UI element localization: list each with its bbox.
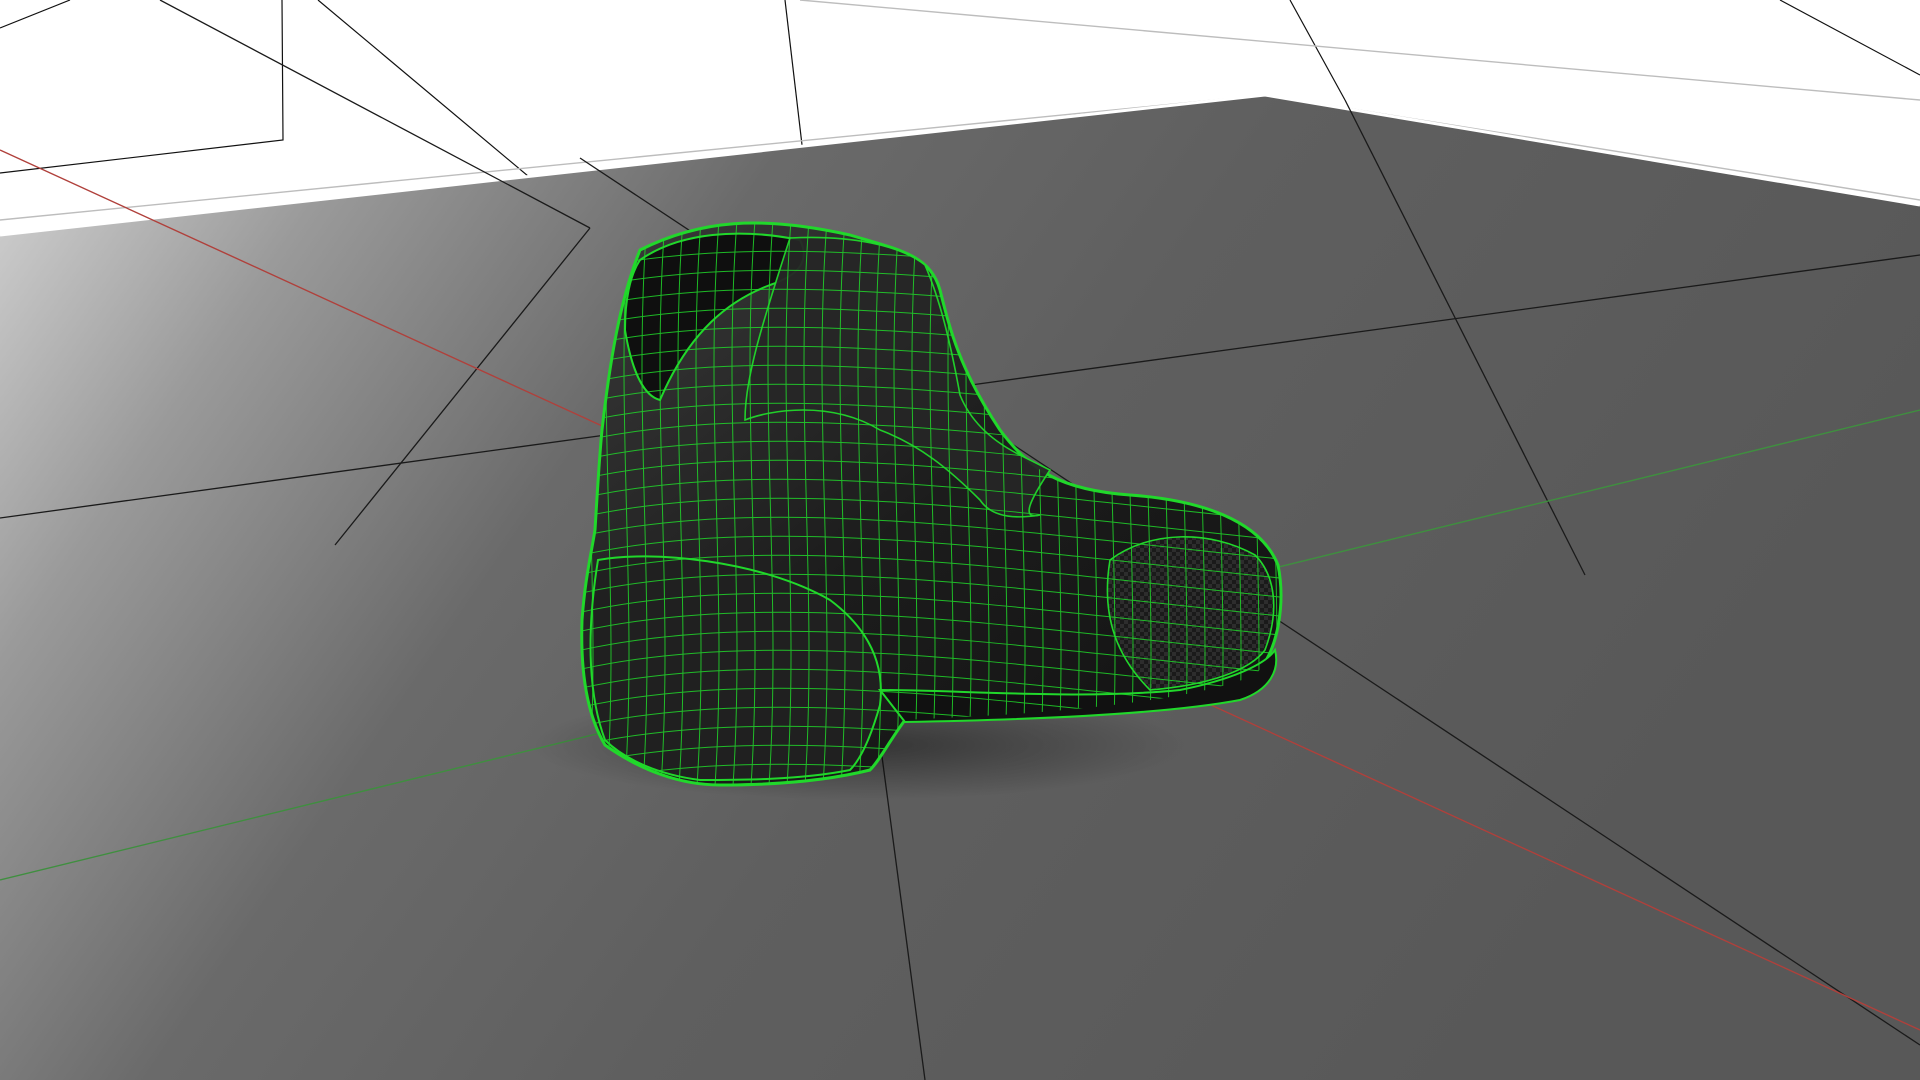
viewport-canvas[interactable] <box>0 0 1920 1080</box>
3d-viewport[interactable] <box>0 0 1920 1080</box>
